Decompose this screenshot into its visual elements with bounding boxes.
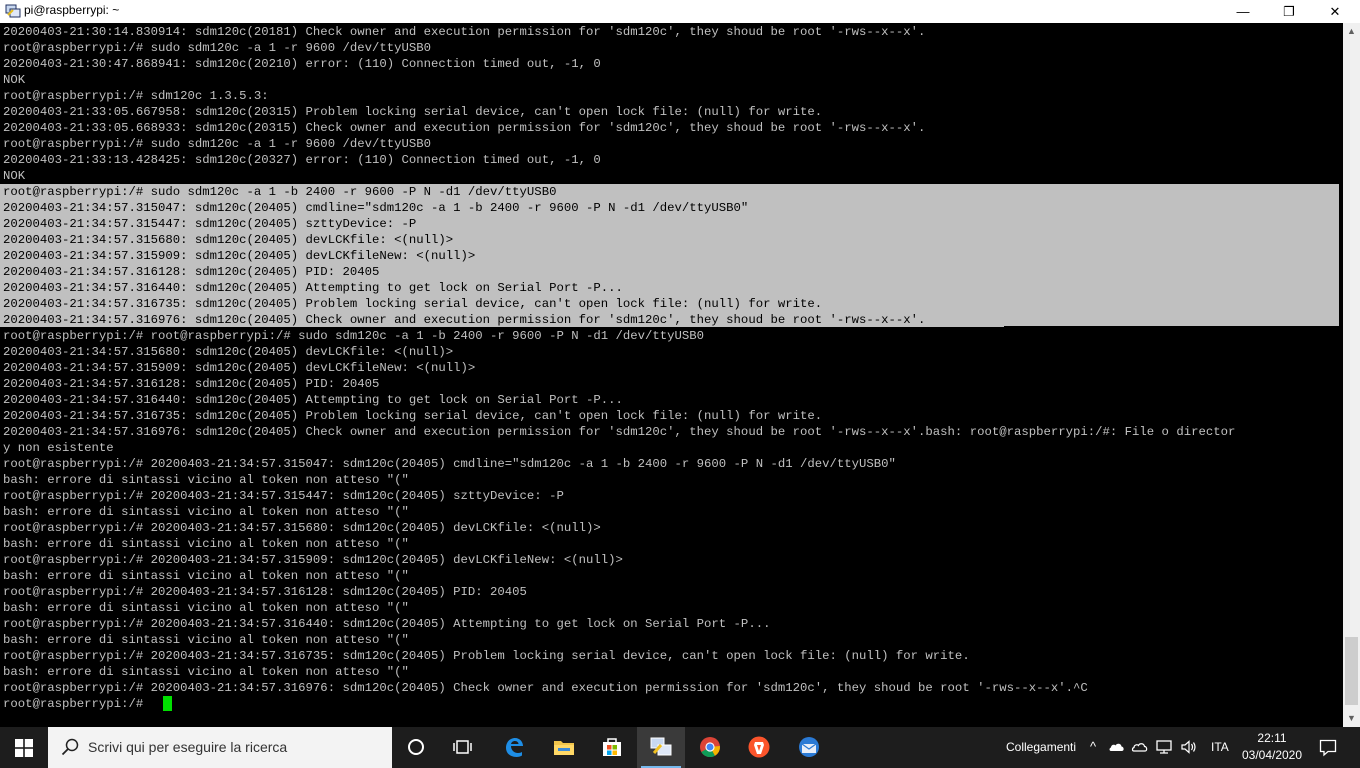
terminal-line: bash: errore di sintassi vicino al token…: [3, 569, 409, 583]
tray-chevron-icon[interactable]: ^: [1084, 738, 1102, 756]
terminal-line: 20200403-21:34:57.315447: sdm120c(20405)…: [3, 217, 417, 231]
store-icon: [603, 738, 621, 756]
terminal-line: 20200403-21:34:57.315909: sdm120c(20405)…: [3, 361, 476, 375]
minimize-icon: —: [1236, 4, 1250, 19]
terminal-line: 20200403-21:34:57.316128: sdm120c(20405)…: [3, 265, 380, 279]
network-icon[interactable]: [1155, 738, 1173, 756]
cortana-icon: [408, 739, 424, 755]
terminal-line: root@raspberrypi:/# 20200403-21:34:57.31…: [3, 617, 771, 631]
store-button[interactable]: [588, 727, 636, 768]
search-placeholder: Scrivi qui per eseguire la ricerca: [88, 739, 288, 755]
terminal-line: 20200403-21:30:47.868941: sdm120c(20210)…: [3, 57, 601, 71]
terminal-line: 20200403-21:34:57.315680: sdm120c(20405)…: [3, 345, 454, 359]
scrollbar-thumb[interactable]: [1345, 637, 1358, 705]
terminal-line: bash: errore di sintassi vicino al token…: [3, 473, 409, 487]
terminal-line: 20200403-21:33:13.428425: sdm120c(20327)…: [3, 153, 601, 167]
chrome-icon: [700, 737, 720, 758]
terminal-line: 20200403-21:34:57.316976: sdm120c(20405)…: [3, 425, 1236, 439]
restore-button[interactable]: ❐: [1266, 0, 1312, 23]
restore-icon: ❐: [1283, 4, 1295, 19]
file-explorer-icon: [554, 741, 574, 755]
terminal-line: root@raspberrypi:/# 20200403-21:34:57.31…: [3, 649, 970, 663]
terminal-line: bash: errore di sintassi vicino al token…: [3, 537, 409, 551]
terminal-line: root@raspberrypi:/# 20200403-21:34:57.31…: [3, 457, 896, 471]
terminal-line: root@raspberrypi:/# root@raspberrypi:/# …: [3, 329, 705, 343]
terminal-line: 20200403-21:34:57.316128: sdm120c(20405)…: [3, 377, 380, 391]
clock-date[interactable]: 03/04/2020: [1240, 748, 1304, 762]
file-explorer-button[interactable]: [540, 727, 588, 768]
terminal-line: root@raspberrypi:/# 20200403-21:34:57.31…: [3, 489, 564, 503]
terminal-scrollbar[interactable]: ▲ ▼: [1343, 23, 1360, 727]
terminal-line: bash: errore di sintassi vicino al token…: [3, 633, 409, 647]
terminal-cursor: [163, 696, 172, 711]
scroll-up-arrow-icon[interactable]: ▲: [1343, 23, 1360, 40]
task-view-button[interactable]: [440, 727, 488, 768]
input-language-indicator[interactable]: ITA: [1211, 740, 1229, 754]
terminal-output[interactable]: 20200403-21:30:14.830914: sdm120c(20181)…: [0, 23, 1343, 727]
terminal-line: root@raspberrypi:/# sudo sdm120c -a 1 -r…: [3, 41, 432, 55]
close-icon: ✕: [1329, 4, 1341, 19]
notification-icon: [1319, 739, 1337, 757]
putty-icon: [650, 737, 672, 756]
brave-button[interactable]: [735, 727, 783, 768]
thunderbird-icon: [799, 737, 819, 757]
close-button[interactable]: ✕: [1312, 0, 1358, 23]
links-toolbar-label[interactable]: Collegamenti: [1006, 740, 1076, 754]
chrome-button[interactable]: [686, 727, 734, 768]
terminal-line: y non esistente: [3, 441, 114, 455]
brave-icon: [748, 736, 770, 758]
terminal-line: 20200403-21:34:57.315680: sdm120c(20405)…: [3, 233, 454, 247]
terminal-line: root@raspberrypi:/#: [3, 697, 151, 711]
terminal-line: root@raspberrypi:/# 20200403-21:34:57.31…: [3, 553, 623, 567]
terminal-line: root@raspberrypi:/# 20200403-21:34:57.31…: [3, 681, 1088, 695]
terminal-line: root@raspberrypi:/# sudo sdm120c -a 1 -b…: [3, 185, 557, 199]
onedrive-cloud-icon[interactable]: [1108, 738, 1126, 756]
windows-start-icon: [15, 739, 33, 757]
terminal-line: 20200403-21:34:57.315909: sdm120c(20405)…: [3, 249, 476, 263]
terminal-line: root@raspberrypi:/# 20200403-21:34:57.31…: [3, 585, 527, 599]
terminal-line: 20200403-21:34:57.316440: sdm120c(20405)…: [3, 393, 623, 407]
taskbar: Scrivi qui per eseguire la ricerca Colle…: [0, 727, 1360, 768]
terminal-line: bash: errore di sintassi vicino al token…: [3, 601, 409, 615]
terminal-line: 20200403-21:34:57.316735: sdm120c(20405)…: [3, 297, 823, 311]
minimize-button[interactable]: —: [1220, 0, 1266, 23]
task-view-icon: [453, 740, 472, 754]
window-title: pi@raspberrypi: ~: [24, 3, 120, 17]
terminal-line: bash: errore di sintassi vicino al token…: [3, 505, 409, 519]
terminal-line: root@raspberrypi:/# sdm120c 1.3.5.3:: [3, 89, 269, 103]
clock-time[interactable]: 22:11: [1244, 731, 1300, 745]
cortana-button[interactable]: [392, 727, 440, 768]
putty-icon: [5, 4, 21, 18]
start-button[interactable]: [0, 727, 48, 768]
terminal-line: 20200403-21:34:57.316440: sdm120c(20405)…: [3, 281, 623, 295]
putty-taskbar-button[interactable]: [637, 727, 685, 768]
search-icon: [61, 738, 79, 756]
search-box[interactable]: Scrivi qui per eseguire la ricerca: [48, 727, 392, 768]
terminal-line: 20200403-21:30:14.830914: sdm120c(20181)…: [3, 25, 926, 39]
terminal-line: 20200403-21:34:57.316976: sdm120c(20405)…: [3, 313, 926, 327]
terminal-line: NOK: [3, 73, 26, 87]
terminal-line: NOK: [3, 169, 26, 183]
cloud-sync-icon[interactable]: [1131, 738, 1149, 756]
terminal-line: 20200403-21:34:57.316735: sdm120c(20405)…: [3, 409, 823, 423]
terminal-line: 20200403-21:33:05.667958: sdm120c(20315)…: [3, 105, 823, 119]
terminal-line: 20200403-21:33:05.668933: sdm120c(20315)…: [3, 121, 926, 135]
thunderbird-button[interactable]: [785, 727, 833, 768]
action-center-button[interactable]: [1308, 727, 1348, 768]
volume-icon[interactable]: [1180, 738, 1198, 756]
edge-icon: [506, 738, 523, 757]
window-titlebar[interactable]: pi@raspberrypi: ~ — ❐ ✕: [0, 0, 1360, 23]
edge-button[interactable]: [490, 727, 538, 768]
terminal-line: root@raspberrypi:/# 20200403-21:34:57.31…: [3, 521, 601, 535]
terminal-line: 20200403-21:34:57.315047: sdm120c(20405)…: [3, 201, 749, 215]
terminal-line: bash: errore di sintassi vicino al token…: [3, 665, 409, 679]
scroll-down-arrow-icon[interactable]: ▼: [1343, 710, 1360, 727]
terminal-line: root@raspberrypi:/# sudo sdm120c -a 1 -r…: [3, 137, 432, 151]
